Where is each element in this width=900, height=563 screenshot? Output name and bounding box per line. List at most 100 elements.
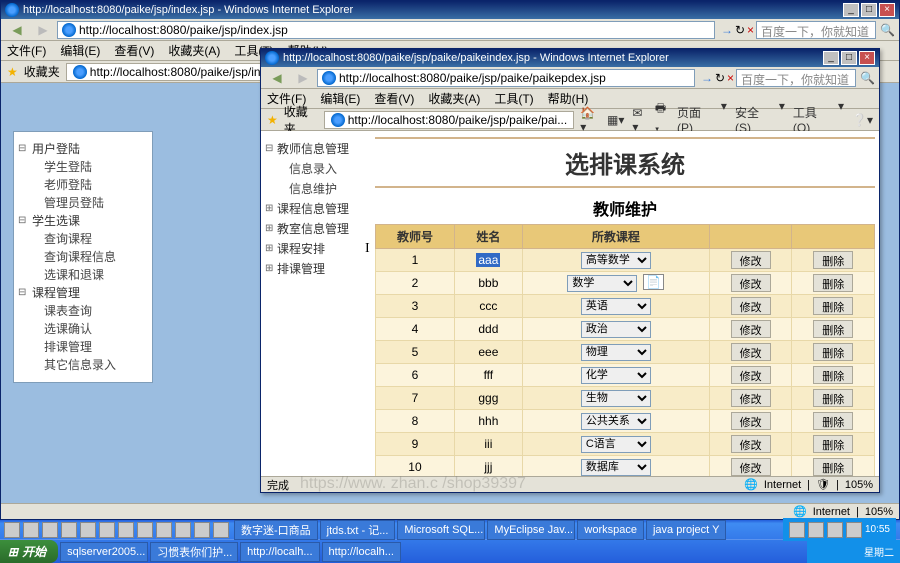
edit-button[interactable]: 修改 (731, 366, 771, 384)
tree-query-course-info[interactable]: 查询课程信息 (20, 248, 146, 266)
ql-icon[interactable] (156, 522, 172, 538)
nav-course-info[interactable]: 课程信息管理 (265, 199, 367, 219)
go-button[interactable]: → (701, 71, 713, 85)
tree-query-course[interactable]: 查询课程 (20, 230, 146, 248)
task-button[interactable]: 习惯表你们护... (150, 542, 238, 562)
course-select[interactable]: 化学 (581, 367, 651, 384)
search-button[interactable]: 🔍 (860, 71, 875, 85)
maximize-button[interactable]: □ (841, 51, 857, 65)
outer-titlebar[interactable]: http://localhost:8080/paike/jsp/index.js… (1, 1, 899, 19)
edit-button[interactable]: 修改 (731, 435, 771, 453)
tree-admin-login[interactable]: 管理员登陆 (20, 194, 146, 212)
zoom-label[interactable]: 105% (865, 506, 893, 518)
edit-button[interactable]: 修改 (731, 343, 771, 361)
tree-other-input[interactable]: 其它信息录入 (20, 356, 146, 374)
stop-button[interactable]: × (727, 71, 734, 85)
course-select[interactable]: 数学 (567, 275, 637, 292)
task-button[interactable]: http://localh... (322, 542, 401, 562)
go-button[interactable]: → (721, 23, 733, 37)
delete-button[interactable]: 删除 (813, 458, 853, 476)
search-box[interactable]: 百度一下，你就知道 (736, 69, 856, 87)
zoom-label[interactable]: 105% (845, 479, 873, 491)
delete-button[interactable]: 删除 (813, 320, 853, 338)
tray-icon[interactable] (830, 545, 844, 559)
forward-button[interactable]: ▶ (291, 68, 315, 88)
back-button[interactable]: ◀ (5, 20, 29, 40)
course-select[interactable]: C语言 (581, 436, 651, 453)
search-button[interactable]: 🔍 (880, 23, 895, 37)
task-button[interactable]: 数字迷-口商品 (234, 520, 318, 540)
course-select[interactable]: 高等数学 (581, 252, 651, 269)
stop-button[interactable]: × (747, 23, 754, 37)
ql-icon[interactable] (213, 522, 229, 538)
ql-icon[interactable] (137, 522, 153, 538)
tree-select-confirm[interactable]: 选课确认 (20, 320, 146, 338)
minimize-button[interactable]: _ (843, 3, 859, 17)
inner-tab[interactable]: http://localhost:8080/paike/jsp/paike/pa… (324, 111, 574, 129)
system-tray[interactable]: 10:55 (783, 518, 896, 541)
tree-select-drop[interactable]: 选课和退课 (20, 266, 146, 284)
delete-button[interactable]: 删除 (813, 343, 853, 361)
tray-icon[interactable] (808, 522, 824, 538)
inner-titlebar[interactable]: http://localhost:8080/paike/jsp/paike/pa… (261, 49, 879, 67)
ql-icon[interactable] (42, 522, 58, 538)
ql-icon[interactable] (80, 522, 96, 538)
task-button[interactable]: workspace (577, 520, 644, 540)
favorites-star-icon[interactable]: ★ (267, 113, 278, 127)
task-button[interactable]: sqlserver2005... (60, 542, 148, 562)
delete-button[interactable]: 删除 (813, 389, 853, 407)
address-bar[interactable]: http://localhost:8080/paike/jsp/index.js… (57, 21, 715, 39)
course-select[interactable]: 公共关系 (581, 413, 651, 430)
tray-icon[interactable] (846, 522, 862, 538)
menu-edit[interactable]: 编辑(E) (60, 42, 100, 59)
course-select[interactable]: 英语 (581, 298, 651, 315)
nav-course-arrange[interactable]: 课程安排 (265, 239, 367, 259)
refresh-button[interactable]: ↻ (735, 23, 745, 37)
edit-button[interactable]: 修改 (731, 458, 771, 476)
tree-student-login[interactable]: 学生登陆 (20, 158, 146, 176)
course-select[interactable]: 生物 (581, 390, 651, 407)
nav-schedule-manage[interactable]: 排课管理 (265, 259, 367, 279)
edit-button[interactable]: 修改 (731, 297, 771, 315)
tray-icon[interactable] (813, 545, 827, 559)
delete-button[interactable]: 删除 (813, 435, 853, 453)
back-button[interactable]: ◀ (265, 68, 289, 88)
edit-button[interactable]: 修改 (731, 274, 771, 292)
menu-tools[interactable]: 工具(T) (494, 90, 533, 107)
tree-user-login[interactable]: 用户登陆 (20, 140, 146, 158)
delete-button[interactable]: 删除 (813, 412, 853, 430)
tree-student-select[interactable]: 学生选课 (20, 212, 146, 230)
address-bar[interactable]: http://localhost:8080/paike/jsp/paike/pa… (317, 69, 695, 87)
close-button[interactable]: × (879, 3, 895, 17)
delete-button[interactable]: 删除 (813, 251, 853, 269)
delete-button[interactable]: 删除 (813, 297, 853, 315)
ql-icon[interactable] (4, 522, 20, 538)
menu-fav[interactable]: 收藏夹(A) (428, 90, 480, 107)
ql-icon[interactable] (61, 522, 77, 538)
menu-file[interactable]: 文件(F) (7, 42, 46, 59)
course-select[interactable]: 政治 (581, 321, 651, 338)
task-button[interactable]: Microsoft SQL... (397, 520, 485, 540)
menu-fav[interactable]: 收藏夹(A) (168, 42, 220, 59)
maximize-button[interactable]: □ (861, 3, 877, 17)
tray-icon[interactable] (827, 522, 843, 538)
close-button[interactable]: × (859, 51, 875, 65)
delete-button[interactable]: 删除 (813, 274, 853, 292)
minimize-button[interactable]: _ (823, 51, 839, 65)
start-button[interactable]: ⊞开始 (0, 540, 58, 563)
edit-button[interactable]: 修改 (731, 389, 771, 407)
ql-icon[interactable] (118, 522, 134, 538)
menu-view[interactable]: 查看(V) (114, 42, 154, 59)
nav-info-input[interactable]: 信息录入 (265, 159, 367, 179)
tree-course-manage[interactable]: 课程管理 (20, 284, 146, 302)
edit-button[interactable]: 修改 (731, 412, 771, 430)
menu-edit[interactable]: 编辑(E) (320, 90, 360, 107)
tray-icon[interactable] (789, 522, 805, 538)
menu-view[interactable]: 查看(V) (374, 90, 414, 107)
search-box[interactable]: 百度一下，你就知道 (756, 21, 876, 39)
ql-icon[interactable] (194, 522, 210, 538)
task-button[interactable]: jtds.txt - 记... (320, 520, 396, 540)
course-select[interactable]: 物理 (581, 344, 651, 361)
edit-button[interactable]: 修改 (731, 251, 771, 269)
course-select[interactable]: 数据库 (581, 459, 651, 476)
